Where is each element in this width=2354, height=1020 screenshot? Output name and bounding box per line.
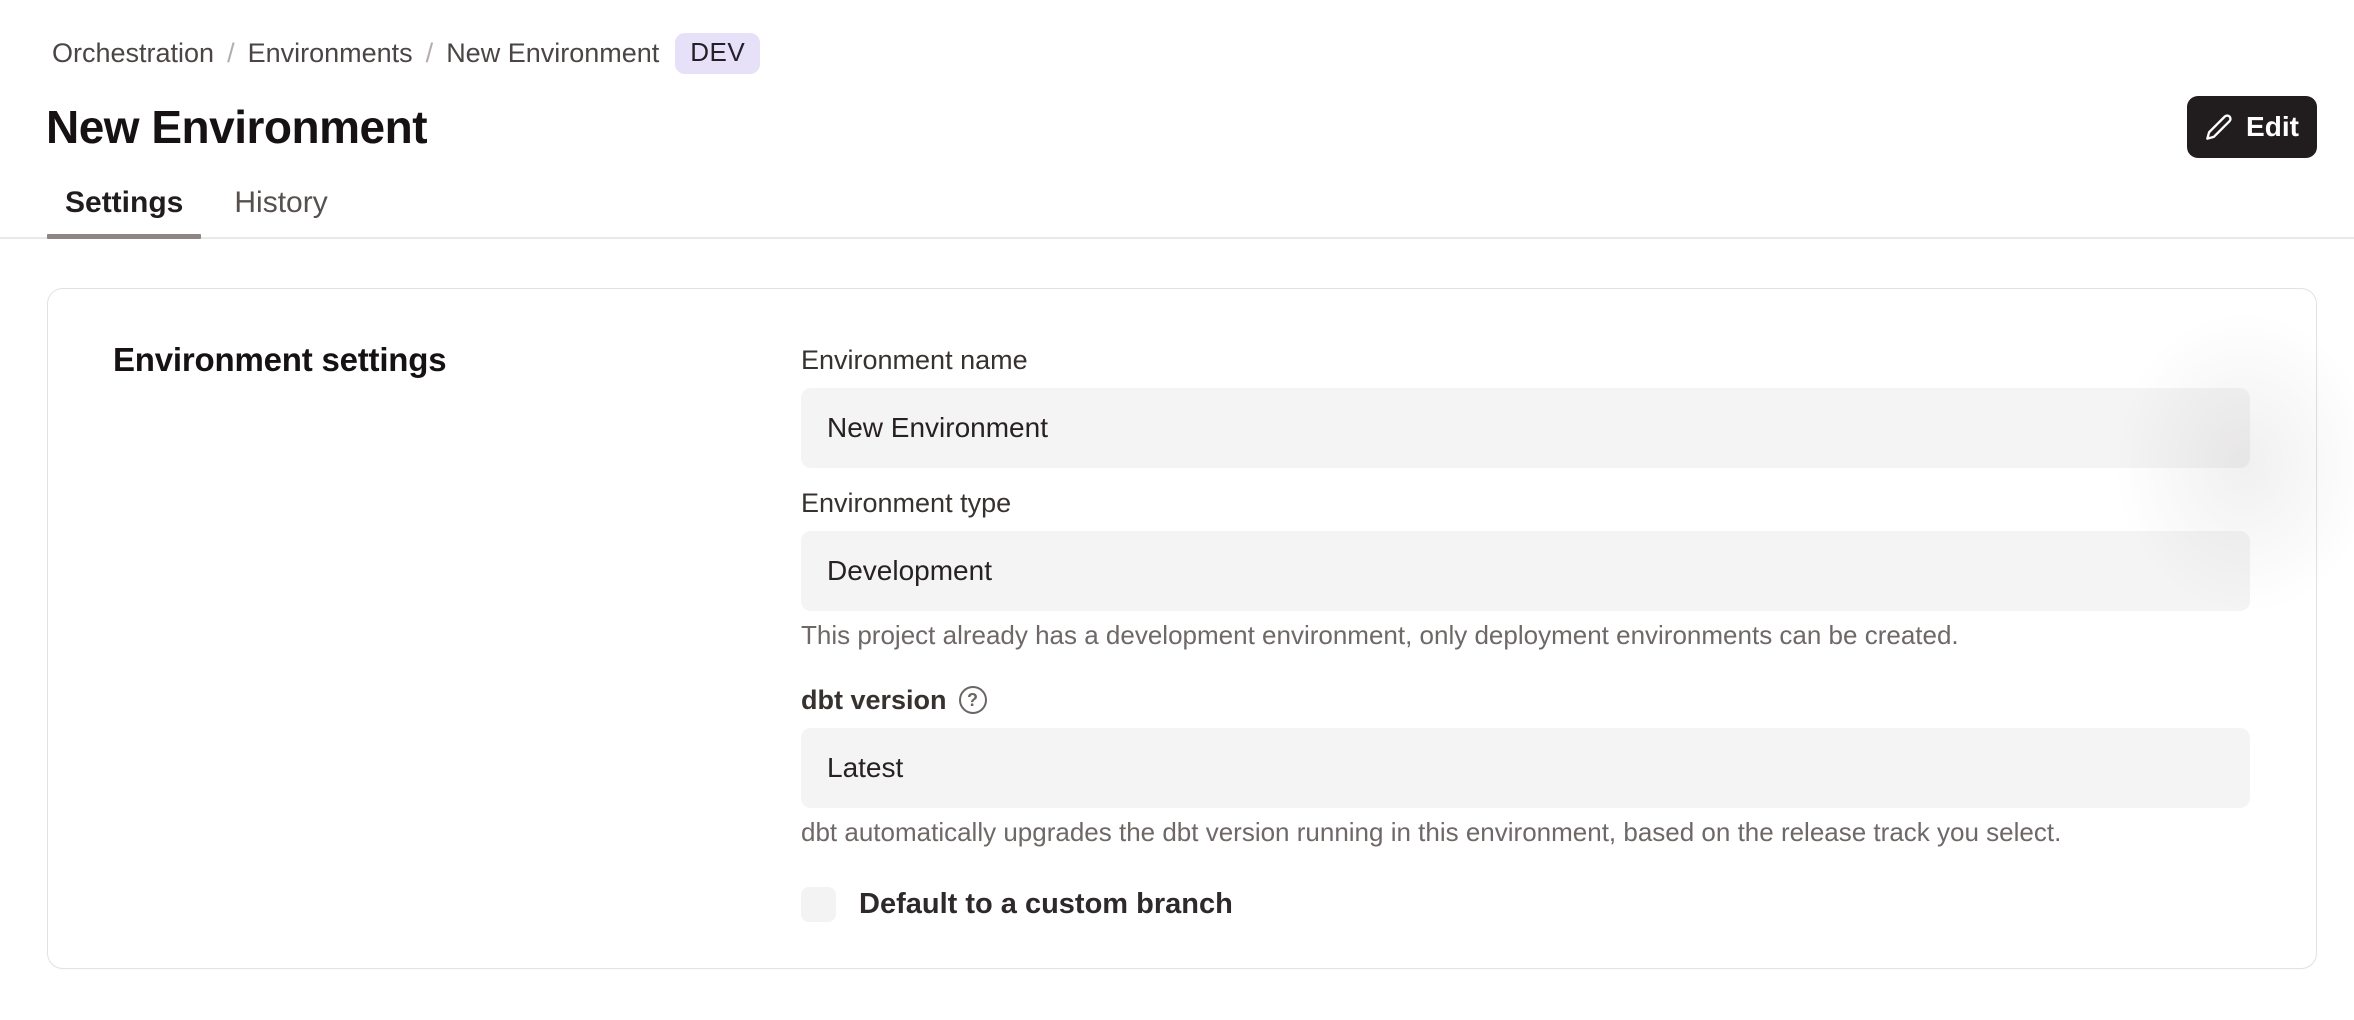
environment-name-input[interactable]	[801, 388, 2250, 468]
breadcrumb: Orchestration / Environments / New Envir…	[52, 33, 2354, 73]
edit-button[interactable]: Edit	[2187, 96, 2317, 158]
environment-type-field: Environment type This project already ha…	[801, 488, 2250, 653]
environment-name-label: Environment name	[801, 345, 1028, 376]
page-title: New Environment	[46, 100, 427, 154]
dbt-version-field: dbt version ? dbt automatically upgrades…	[801, 685, 2250, 850]
tab-history[interactable]: History	[216, 186, 345, 237]
card-left-column: Environment settings	[48, 289, 801, 968]
dbt-version-input[interactable]	[801, 728, 2250, 808]
environment-dev-badge: DEV	[675, 33, 760, 74]
page-header: New Environment Edit	[46, 96, 2317, 158]
card-heading: Environment settings	[113, 341, 801, 379]
environment-type-helper-text: This project already has a development e…	[801, 619, 2250, 653]
edit-button-label: Edit	[2246, 111, 2299, 143]
environment-settings-card: Environment settings Environment name En…	[47, 288, 2317, 969]
breadcrumb-environments[interactable]: Environments	[248, 38, 413, 69]
environment-settings-form: Environment name Environment type This p…	[801, 289, 2316, 968]
custom-branch-row: Default to a custom branch	[801, 887, 2250, 922]
custom-branch-checkbox[interactable]	[801, 887, 836, 922]
custom-branch-label: Default to a custom branch	[859, 888, 1233, 921]
tab-settings[interactable]: Settings	[47, 186, 201, 237]
dbt-version-helper-text: dbt automatically upgrades the dbt versi…	[801, 816, 2250, 850]
environment-settings-page: Orchestration / Environments / New Envir…	[0, 33, 2354, 969]
help-circle-icon[interactable]: ?	[959, 686, 987, 714]
breadcrumb-orchestration[interactable]: Orchestration	[52, 38, 214, 69]
dbt-version-label: dbt version	[801, 685, 947, 716]
breadcrumb-current-page: New Environment	[446, 38, 659, 69]
environment-type-input[interactable]	[801, 531, 2250, 611]
breadcrumb-separator: /	[227, 38, 235, 69]
breadcrumb-separator: /	[426, 38, 434, 69]
pencil-icon	[2205, 113, 2233, 141]
tab-bar: Settings History	[0, 186, 2354, 239]
environment-name-field: Environment name	[801, 345, 2250, 468]
environment-type-label: Environment type	[801, 488, 1011, 519]
